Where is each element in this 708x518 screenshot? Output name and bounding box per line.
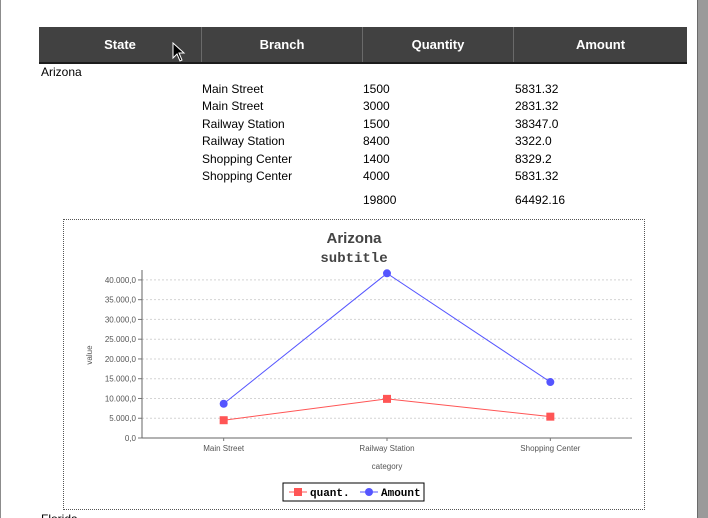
x-tick-label: Main Street	[203, 444, 245, 453]
x-tick-label: Railway Station	[359, 444, 414, 453]
row-branch: Main Street	[202, 99, 264, 113]
data-point	[219, 416, 228, 425]
row-branch: Shopping Center	[202, 169, 293, 183]
row-amount: 5831.32	[515, 169, 559, 183]
data-point	[383, 269, 391, 278]
row-quantity: 1400	[363, 152, 390, 166]
data-point	[383, 394, 391, 403]
total-quantity: 19800	[363, 193, 397, 207]
y-tick-label: 25.000,0	[105, 335, 137, 344]
y-tick-label: 40.000,0	[105, 276, 137, 285]
row-quantity: 4000	[363, 169, 390, 183]
total-amount: 64492.16	[515, 193, 566, 207]
header-amount: Amount	[575, 37, 626, 52]
page-shadow	[698, 0, 708, 518]
row-amount: 5831.32	[515, 82, 559, 96]
data-point	[219, 399, 228, 408]
report-page: State Branch Quantity Amount Arizona Mai…	[1, 0, 698, 518]
legend-label: Amount	[381, 488, 421, 500]
chart-subtitle: subtitle	[320, 251, 387, 267]
table-header: State Branch Quantity Amount	[39, 27, 687, 64]
legend-marker	[365, 488, 373, 496]
data-point	[546, 412, 555, 421]
y-tick-label: 30.000,0	[105, 315, 137, 324]
y-tick-label: 0,0	[125, 434, 137, 443]
row-branch: Shopping Center	[202, 152, 293, 166]
row-amount: 8329.2	[515, 152, 552, 166]
y-tick-label: 20.000,0	[105, 355, 137, 364]
header-quantity: Quantity	[411, 37, 465, 52]
chart-frame: Arizona subtitle 0,0 5.000,0 10.000,0 15.000,…	[63, 219, 645, 510]
next-group-label: Florida	[41, 512, 78, 518]
x-tick-label: Shopping Center	[520, 444, 580, 453]
y-tick-label: 5.000,0	[109, 414, 136, 423]
group-state-label: Arizona	[41, 65, 82, 79]
legend-label: quant.	[310, 488, 350, 500]
row-branch: Railway Station	[202, 117, 285, 131]
data-point	[546, 378, 555, 387]
header-branch: Branch	[259, 37, 305, 52]
row-quantity: 3000	[363, 99, 390, 113]
row-quantity: 1500	[363, 82, 390, 96]
row-quantity: 8400	[363, 134, 390, 148]
row-branch: Railway Station	[202, 134, 285, 148]
mouse-cursor-icon	[172, 42, 186, 62]
y-tick-label: 35.000,0	[105, 296, 137, 305]
row-quantity: 1500	[363, 117, 390, 131]
y-tick-label: 15.000,0	[105, 375, 137, 384]
y-tick-label: 10.000,0	[105, 394, 137, 403]
y-axis-label: value	[85, 345, 94, 365]
row-amount: 2831.32	[515, 99, 559, 113]
chart-title: Arizona	[326, 230, 382, 247]
row-amount: 3322.0	[515, 134, 552, 148]
line-chart: Arizona subtitle 0,0 5.000,0 10.000,0 15.000,…	[85, 230, 632, 502]
row-branch: Main Street	[202, 82, 264, 96]
x-axis-label: category	[372, 462, 403, 471]
row-amount: 38347.0	[515, 117, 559, 131]
legend-marker	[294, 488, 302, 496]
series-line	[223, 272, 551, 405]
